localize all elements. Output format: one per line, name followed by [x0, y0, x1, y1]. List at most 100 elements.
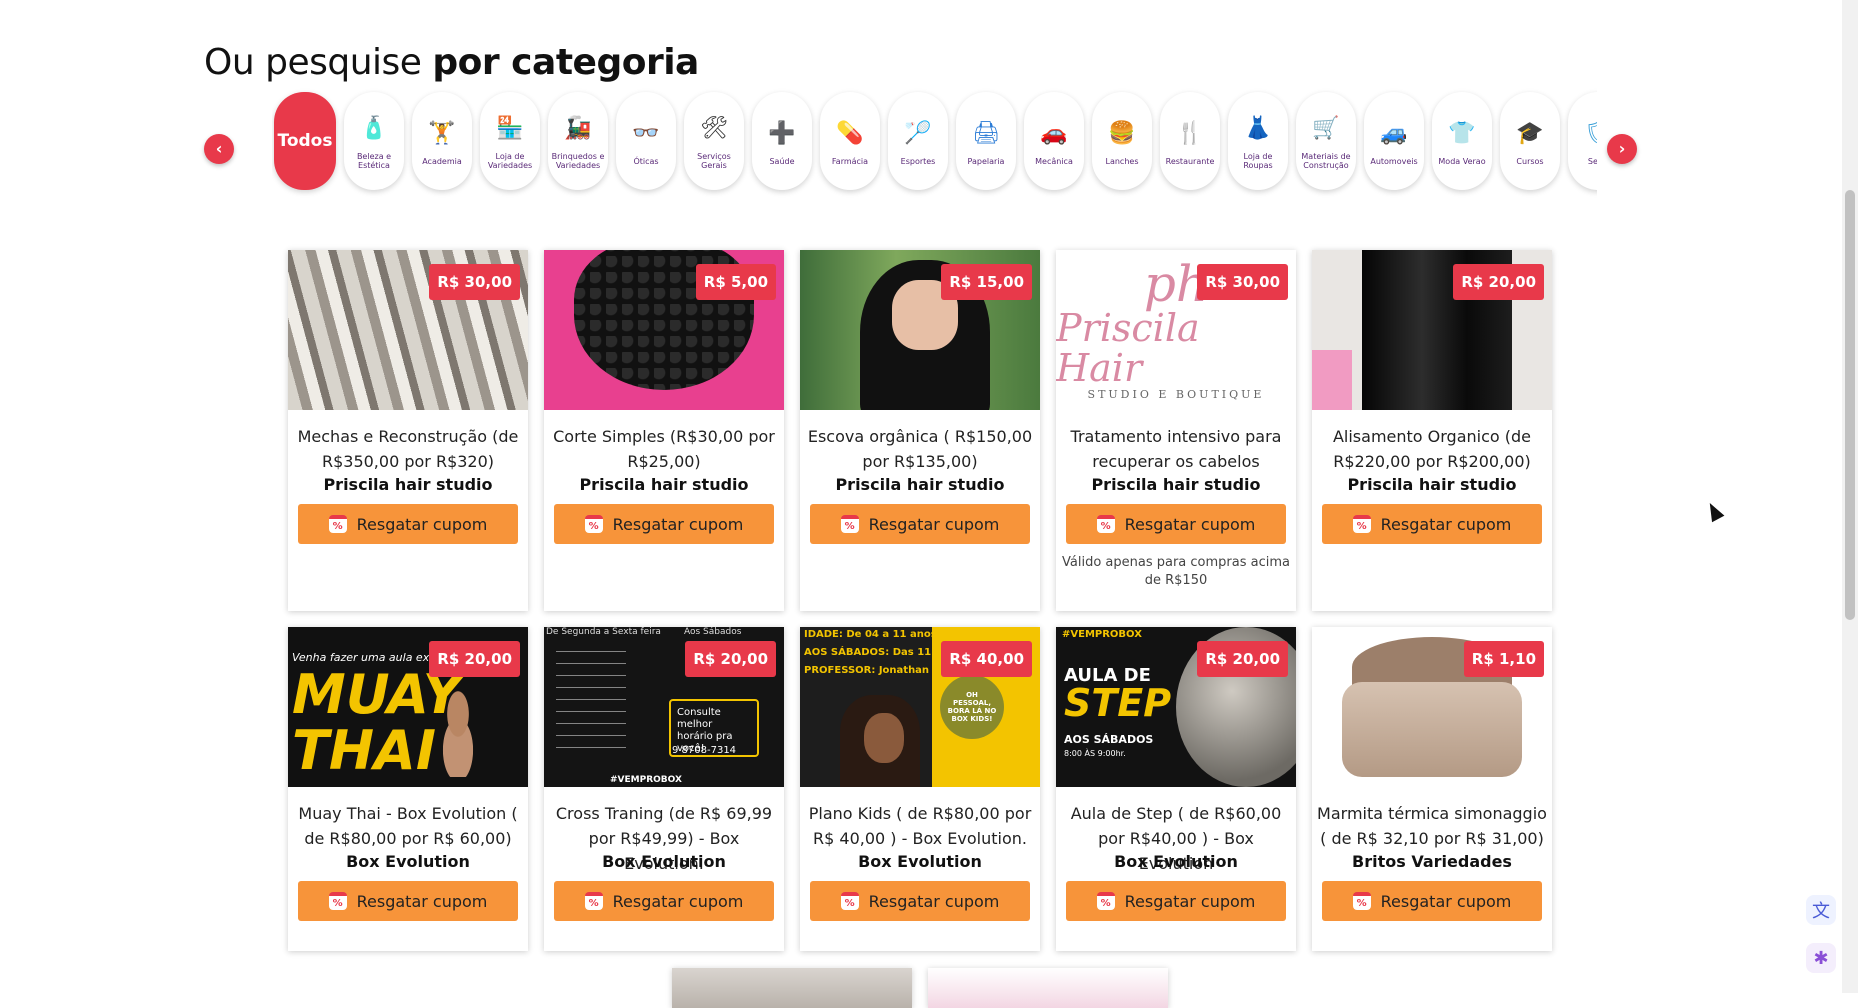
redeem-label: Resgatar cupom [1124, 514, 1256, 534]
step-line4: 8:00 ÀS 9:00hr. [1064, 749, 1126, 758]
long-straight-hair-photo[interactable]: R$ 20,00 [1312, 250, 1552, 410]
burger-icon: 🍔 [1108, 120, 1136, 146]
product-title[interactable]: Tratamento intensivo para recuperar os c… [1060, 424, 1292, 474]
product-card[interactable]: R$ 5,00 Corte Simples (R$30,00 por R$25,0… [544, 250, 784, 611]
product-title[interactable]: Cross Traning (de R$ 69,99 por R$49,99) … [548, 801, 780, 873]
category-item[interactable]: ➕ Saúde [752, 92, 812, 190]
scrollbar-thumb[interactable] [1845, 190, 1855, 620]
category-next-button[interactable]: › [1607, 134, 1637, 164]
product-card[interactable]: Venha fazer uma aula experime MUAY THAI R$ … [288, 627, 528, 951]
coupon-calendar-icon: % [584, 892, 603, 910]
category-prev-button[interactable]: ‹ [204, 134, 234, 164]
muay-thai-poster[interactable]: Venha fazer uma aula experime MUAY THAI R$ … [288, 627, 528, 787]
redeem-coupon-button[interactable]: % Resgatar cupom [298, 504, 518, 544]
category-label: Academia [422, 156, 462, 166]
store-name: Priscila hair studio [1347, 475, 1517, 494]
category-carousel: Todos 🧴 Beleza e Estética 🏋 Academia 🏪 Loja de… [272, 88, 1597, 198]
price-badge: R$ 5,00 [695, 264, 776, 300]
category-item[interactable]: 🛡 Segu [1568, 92, 1597, 190]
redeem-coupon-button[interactable]: % Resgatar cupom [810, 881, 1030, 921]
category-label: Segu [1587, 156, 1597, 166]
heading-prefix: Ou pesquise [204, 42, 422, 83]
product-card[interactable]: IDADE: De 04 a 11 anos AOS SÁBADOS: Das 1… [800, 627, 1040, 951]
product-card[interactable]: #VEMPROBOX AULA DE STEP AOS SÁBADOS 8:00 ÀS … [1056, 627, 1296, 951]
product-card[interactable]: ph Priscila Hair STUDIO E BOUTIQUE R$ 30,00… [1056, 250, 1296, 611]
thermal-lunchbox-photo[interactable]: R$ 1,10 [1312, 627, 1552, 787]
straight-hair-photo[interactable]: R$ 15,00 [800, 250, 1040, 410]
product-card[interactable]: De Segunda a Sexta feira Aos Sábados Consu… [544, 627, 784, 951]
glasses-icon: 👓 [632, 120, 660, 146]
schedule-phone: 9 8708-7314 [672, 745, 737, 756]
category-label: Loja de Roupas [1243, 152, 1273, 170]
redeem-label: Resgatar cupom [356, 891, 488, 911]
product-title[interactable]: Mechas e Reconstrução (de R$350,00 por R… [292, 424, 524, 474]
category-item[interactable]: 🚗 Mecânica [1024, 92, 1084, 190]
redeem-label: Resgatar cupom [356, 514, 488, 534]
redeem-coupon-button[interactable]: % Resgatar cupom [554, 881, 774, 921]
brain-icon[interactable]: ✱ [1806, 943, 1836, 973]
chevron-right-icon: › [1618, 139, 1626, 158]
redeem-coupon-button[interactable]: % Resgatar cupom [1066, 504, 1286, 544]
category-item[interactable]: 👗 Loja de Roupas [1228, 92, 1288, 190]
category-label: Esportes [900, 156, 936, 166]
product-card[interactable]: R$ 30,00 Mechas e Reconstrução (de R$350,… [288, 250, 528, 611]
redeem-coupon-button[interactable]: % Resgatar cupom [1322, 881, 1542, 921]
product-title[interactable]: Escova orgânica ( R$150,00 por R$135,00) [804, 424, 1036, 474]
redeem-coupon-button[interactable]: % Resgatar cupom [810, 504, 1030, 544]
product-card-partial[interactable] [928, 968, 1168, 1008]
category-item[interactable]: 🧴 Beleza e Estética [344, 92, 404, 190]
category-item[interactable]: 🛠 Serviços Gerais [684, 92, 744, 190]
product-card[interactable]: R$ 1,10 Marmita térmica simonaggio ( de R… [1312, 627, 1552, 951]
category-item[interactable]: 🖨 Papelaria [956, 92, 1016, 190]
priscila-hair-logo[interactable]: ph Priscila Hair STUDIO E BOUTIQUE R$ 30,00 [1056, 250, 1296, 410]
schedule-hashtag: #VEMPROBOX [610, 775, 682, 785]
page-scrollbar[interactable] [1842, 0, 1858, 993]
category-item[interactable]: 👕 Moda Verao [1432, 92, 1492, 190]
coupon-note: Válido apenas para compras acima de R$15… [1062, 555, 1290, 588]
store-name: Priscila hair studio [323, 475, 493, 494]
curly-hair-photo[interactable]: R$ 5,00 [544, 250, 784, 410]
product-card-partial[interactable] [672, 968, 912, 1008]
product-card[interactable]: R$ 15,00 Escova orgânica ( R$150,00 por R… [800, 250, 1040, 611]
redeem-coupon-button[interactable]: % Resgatar cupom [554, 504, 774, 544]
product-card[interactable]: R$ 20,00 Alisamento Organico (de R$220,00… [1312, 250, 1552, 611]
product-title[interactable]: Muay Thai - Box Evolution ( de R$80,00 p… [292, 801, 524, 851]
store-name: Priscila hair studio [1091, 475, 1261, 494]
product-title[interactable]: Marmita térmica simonaggio ( de R$ 32,10… [1316, 801, 1548, 851]
redeem-coupon-button[interactable]: % Resgatar cupom [1066, 881, 1286, 921]
product-title[interactable]: Alisamento Organico (de R$220,00 por R$2… [1316, 424, 1548, 474]
step-line3: AOS SÁBADOS [1064, 733, 1154, 746]
category-item[interactable]: 🏸 Esportes [888, 92, 948, 190]
step-hashtag: #VEMPROBOX [1062, 629, 1142, 640]
category-item[interactable]: 🚙 Automoveis [1364, 92, 1424, 190]
redeem-coupon-button[interactable]: % Resgatar cupom [1322, 504, 1542, 544]
category-label: Moda Verao [1438, 156, 1486, 166]
category-item[interactable]: 🏋 Academia [412, 92, 472, 190]
category-item[interactable]: 🍴 Restaurante [1160, 92, 1220, 190]
product-title[interactable]: Plano Kids ( de R$80,00 por R$ 40,00 ) -… [804, 801, 1036, 851]
translate-icon[interactable]: 文 [1806, 895, 1836, 925]
product-title[interactable]: Aula de Step ( de R$60,00 por R$40,00 ) … [1060, 801, 1292, 873]
redeem-label: Resgatar cupom [1380, 514, 1512, 534]
shirt-icon: 👕 [1448, 120, 1476, 146]
category-item[interactable]: 💊 Farmácia [820, 92, 880, 190]
hair-highlights-photo[interactable]: R$ 30,00 [288, 250, 528, 410]
category-item[interactable]: 👓 Óticas [616, 92, 676, 190]
logo-name: Priscila Hair [1056, 305, 1200, 390]
schedule-saturday: Aos Sábados [684, 627, 742, 637]
tools-icon: 🛠 [700, 116, 728, 141]
redeem-label: Resgatar cupom [868, 891, 1000, 911]
coupon-calendar-icon: % [840, 515, 859, 533]
kids-plan-poster[interactable]: IDADE: De 04 a 11 anos AOS SÁBADOS: Das 1… [800, 627, 1040, 787]
category-item[interactable]: 🍔 Lanches [1092, 92, 1152, 190]
product-title[interactable]: Corte Simples (R$30,00 por R$25,00) [548, 424, 780, 474]
category-item[interactable]: 🏪 Loja de Variedades [480, 92, 540, 190]
cross-training-schedule[interactable]: De Segunda a Sexta feira Aos Sábados Consu… [544, 627, 784, 787]
heading-bold: por categoria [432, 42, 699, 83]
category-item[interactable]: 🚂 Brinquedos e Variedades [548, 92, 608, 190]
step-class-poster[interactable]: #VEMPROBOX AULA DE STEP AOS SÁBADOS 8:00 ÀS … [1056, 627, 1296, 787]
category-all[interactable]: Todos [274, 92, 336, 190]
category-item[interactable]: 🎓 Cursos [1500, 92, 1560, 190]
redeem-coupon-button[interactable]: % Resgatar cupom [298, 881, 518, 921]
category-item[interactable]: 🛒 Materiais de Construção [1296, 92, 1356, 190]
